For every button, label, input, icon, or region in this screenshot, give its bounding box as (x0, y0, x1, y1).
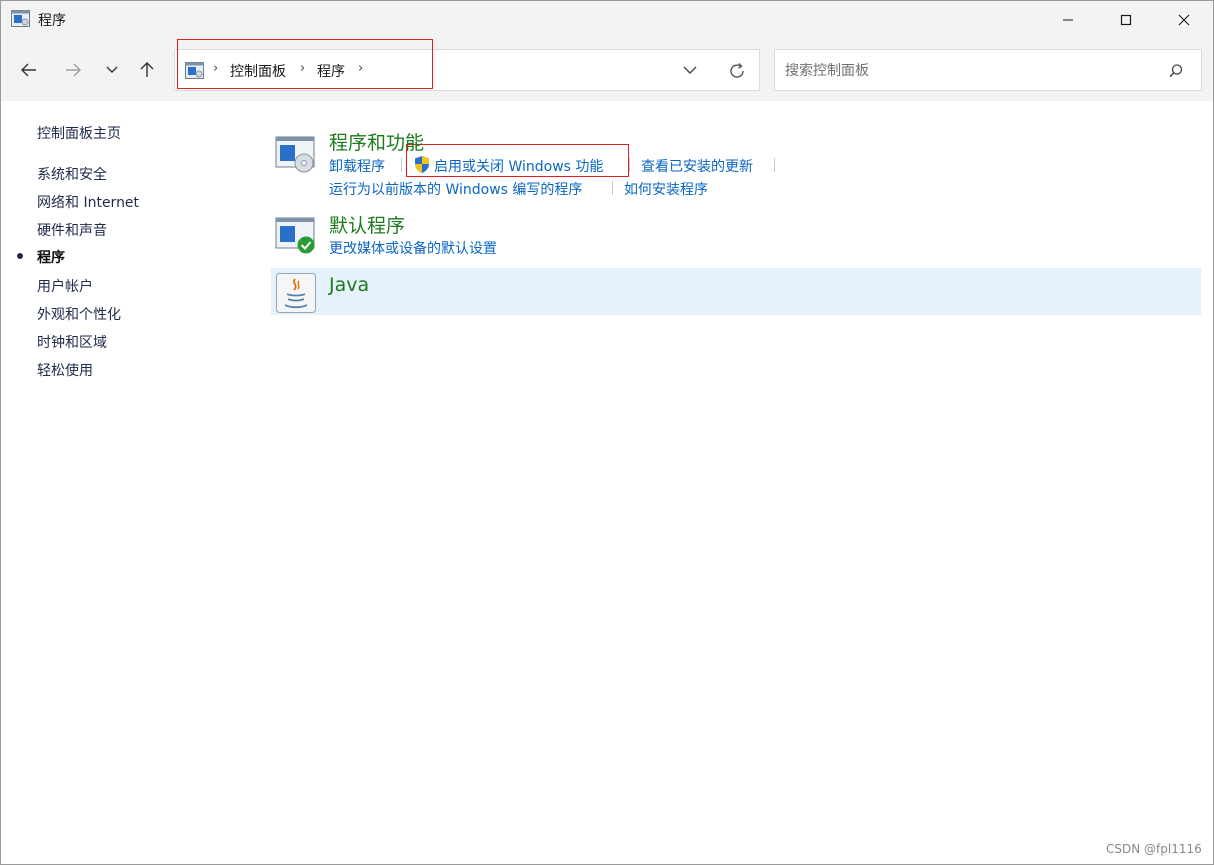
programs-features-icon[interactable] (275, 134, 317, 176)
control-panel-icon (11, 10, 30, 27)
window-title: 程序 (38, 13, 66, 29)
compatibility-link[interactable]: 运行为以前版本的 Windows 编写的程序 (329, 179, 582, 199)
sidebar-item-system-security[interactable]: 系统和安全 (37, 164, 107, 184)
chevron-down-icon[interactable] (680, 60, 700, 80)
java-row[interactable] (271, 268, 1201, 315)
minimize-icon (1063, 19, 1073, 21)
link-separator (612, 181, 613, 195)
arrow-right-icon (66, 63, 81, 77)
sidebar-item-hardware-sound[interactable]: 硬件和声音 (37, 220, 107, 240)
search-box[interactable] (774, 49, 1202, 91)
maximize-icon (1120, 14, 1132, 26)
sidebar-item-network-internet[interactable]: 网络和 Internet (37, 192, 139, 212)
close-icon (1178, 14, 1190, 26)
sidebar-item-user-accounts[interactable]: 用户帐户 (37, 276, 93, 296)
arrow-left-icon (21, 63, 36, 77)
breadcrumb-separator[interactable]: › (358, 61, 363, 76)
search-icon[interactable] (1167, 62, 1185, 80)
uninstall-program-link[interactable]: 卸载程序 (329, 156, 385, 176)
breadcrumb-control-panel[interactable]: 控制面板 (230, 61, 286, 81)
default-programs-title[interactable]: 默认程序 (329, 211, 405, 238)
maximize-button[interactable] (1097, 1, 1155, 39)
breadcrumb-separator[interactable]: › (300, 61, 305, 76)
recent-locations-button[interactable] (98, 53, 126, 87)
sidebar-control-panel-home[interactable]: 控制面板主页 (37, 123, 121, 143)
navigation-bar: › 控制面板 › 程序 › (1, 39, 1213, 101)
breadcrumb-programs[interactable]: 程序 (317, 61, 345, 81)
default-programs-icon[interactable] (275, 215, 317, 257)
sidebar-item-ease-of-access[interactable]: 轻松使用 (37, 360, 93, 380)
link-separator (401, 158, 402, 172)
link-separator (629, 158, 630, 172)
chevron-down-icon (106, 66, 118, 73)
breadcrumb-separator[interactable]: › (213, 61, 218, 76)
up-button[interactable] (133, 53, 161, 87)
how-to-install-link[interactable]: 如何安装程序 (624, 179, 708, 199)
sidebar-item-appearance[interactable]: 外观和个性化 (37, 304, 121, 324)
address-bar[interactable]: › 控制面板 › 程序 › (174, 49, 760, 91)
link-separator (774, 158, 775, 172)
view-installed-updates-link[interactable]: 查看已安装的更新 (641, 156, 753, 176)
search-input[interactable] (783, 60, 1157, 82)
active-indicator (17, 253, 23, 259)
programs-features-title[interactable]: 程序和功能 (329, 128, 424, 155)
watermark: CSDN @fpl1116 (1106, 842, 1202, 856)
forward-button[interactable] (59, 53, 87, 87)
minimize-button[interactable] (1039, 1, 1097, 39)
uac-shield-icon (415, 156, 429, 173)
close-button[interactable] (1155, 1, 1213, 39)
sidebar-item-programs[interactable]: 程序 (37, 247, 65, 267)
sidebar-item-clock-region[interactable]: 时钟和区域 (37, 332, 107, 352)
control-panel-icon (185, 62, 204, 79)
change-media-defaults-link[interactable]: 更改媒体或设备的默认设置 (329, 238, 497, 258)
java-title[interactable]: Java (329, 274, 369, 296)
back-button[interactable] (15, 53, 43, 87)
control-panel-window: 程序 › 控制面板 › 程序 › 搜索控制面板 控制面板主页 系统和安全 网络和… (0, 0, 1214, 865)
title-bar: 程序 (1, 1, 1213, 39)
arrow-up-icon (140, 62, 154, 77)
windows-features-link[interactable]: 启用或关闭 Windows 功能 (434, 156, 603, 176)
refresh-icon[interactable] (726, 60, 748, 82)
java-icon[interactable] (275, 272, 317, 314)
